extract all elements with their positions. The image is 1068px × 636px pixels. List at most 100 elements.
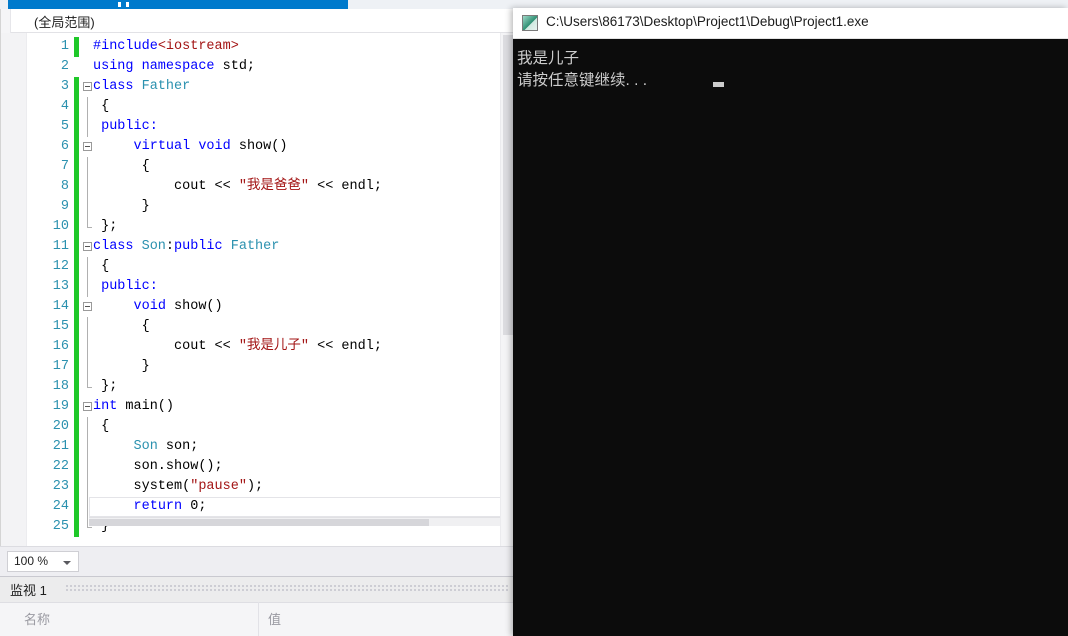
code-line[interactable]: 16 cout << "我是儿子" << endl; — [1, 337, 514, 357]
code-text: { — [93, 97, 109, 117]
collapse-minus-icon[interactable] — [83, 302, 92, 311]
structure-guide-line — [87, 277, 88, 297]
code-line[interactable]: 4 { — [1, 97, 514, 117]
console-title-bar[interactable]: C:\Users\86173\Desktop\Project1\Debug\Pr… — [513, 8, 1068, 39]
code-line[interactable]: 14 void show() — [1, 297, 514, 317]
code-line[interactable]: 20 { — [1, 417, 514, 437]
code-line[interactable]: 9 } — [1, 197, 514, 217]
change-indicator-bar — [74, 277, 79, 297]
console-title-text: C:\Users\86173\Desktop\Project1\Debug\Pr… — [546, 14, 869, 29]
code-token-plain: }; — [93, 379, 118, 394]
vertical-scroll-thumb[interactable] — [503, 35, 513, 335]
line-number: 9 — [60, 199, 69, 214]
change-indicator-bar — [74, 457, 79, 477]
editor-horizontal-scrollbar[interactable] — [89, 517, 514, 526]
code-line[interactable]: 22 son.show(); — [1, 457, 514, 477]
line-number: 1 — [60, 39, 69, 54]
change-indicator-bar — [74, 417, 79, 437]
visual-studio-window: (全局范围) 1 #include<iostream> 2 using namespa… — [0, 0, 1068, 636]
watch-column-value: 值 — [268, 612, 282, 627]
code-line[interactable]: 10 }; — [1, 217, 514, 237]
line-number: 15 — [52, 319, 69, 334]
console-output-line: 请按任意键继续. . . — [517, 72, 648, 89]
structure-guide-line — [87, 477, 88, 497]
code-line[interactable]: 6 virtual void show() — [1, 137, 514, 157]
code-token-plain: cout << — [93, 339, 239, 354]
structure-guide-line — [87, 417, 88, 437]
zoom-level-dropdown[interactable]: 100 % — [7, 551, 79, 572]
change-indicator-bar — [74, 397, 79, 417]
editor-vertical-scrollbar[interactable] — [500, 33, 514, 546]
watch-tab-row: 监视 1 — [0, 577, 513, 602]
code-editor-pane: (全局范围) 1 #include<iostream> 2 using namespa… — [0, 9, 514, 546]
console-output-area[interactable]: 我是儿子 请按任意键继续. . . — [513, 39, 1068, 636]
line-number: 12 — [52, 259, 69, 274]
change-indicator-bar — [74, 77, 79, 97]
structure-guide-line — [87, 217, 92, 228]
code-token-plain: show() — [174, 299, 223, 314]
structure-guide-line — [87, 197, 88, 217]
structure-guide-line — [87, 457, 88, 477]
code-line[interactable]: 21 Son son; — [1, 437, 514, 457]
scope-selector[interactable]: (全局范围) — [34, 12, 95, 31]
line-number: 14 — [52, 299, 69, 314]
tab-watch-1[interactable]: 监视 1 — [10, 580, 47, 599]
line-number: 10 — [52, 219, 69, 234]
code-line[interactable]: 11 class Son:public Father — [1, 237, 514, 257]
code-line[interactable]: 13 public: — [1, 277, 514, 297]
panel-drag-grip[interactable] — [66, 585, 509, 593]
console-cursor — [713, 82, 724, 87]
code-line[interactable]: 19 int main() — [1, 397, 514, 417]
code-text: system("pause"); — [93, 477, 264, 497]
code-line[interactable]: 24 return 0; — [1, 497, 514, 517]
code-text: class Son:public Father — [93, 237, 279, 257]
code-line[interactable]: 3 class Father — [1, 77, 514, 97]
watch-window: 监视 1 名称 值 — [0, 576, 513, 636]
editor-status-row: 100 % — [0, 546, 513, 576]
code-token-kw: void — [133, 299, 175, 314]
code-surface[interactable]: 1 #include<iostream> 2 using namespace std;… — [1, 33, 514, 546]
code-line[interactable]: 18 }; — [1, 377, 514, 397]
code-line[interactable]: 8 cout << "我是爸爸" << endl; — [1, 177, 514, 197]
code-line[interactable]: 12 { — [1, 257, 514, 277]
code-token-plain: } — [93, 359, 150, 374]
code-token-plain: main() — [125, 399, 175, 414]
code-text: #include<iostream> — [93, 37, 239, 57]
change-indicator-bar — [74, 117, 79, 137]
code-text: virtual void show() — [93, 137, 288, 157]
code-token-type: Father — [141, 79, 191, 94]
collapse-minus-icon[interactable] — [83, 82, 92, 91]
line-number: 13 — [52, 279, 69, 294]
code-text: using namespace std; — [93, 57, 255, 77]
code-line[interactable]: 1 #include<iostream> — [1, 37, 514, 57]
code-line[interactable]: 17 } — [1, 357, 514, 377]
change-indicator-bar — [74, 357, 79, 377]
code-line[interactable]: 7 { — [1, 157, 514, 177]
code-token-plain: { — [93, 259, 110, 274]
code-token-kw: class — [93, 79, 142, 94]
change-indicator-bar — [74, 217, 79, 237]
line-number: 21 — [52, 439, 69, 454]
collapse-minus-icon[interactable] — [83, 242, 92, 251]
tab-label-truncated — [118, 2, 154, 7]
console-window: C:\Users\86173\Desktop\Project1\Debug\Pr… — [513, 8, 1068, 636]
code-text: cout << "我是爸爸" << endl; — [93, 177, 382, 197]
code-token-plain: ); — [246, 479, 264, 494]
code-line[interactable]: 5 public: — [1, 117, 514, 137]
collapse-minus-icon[interactable] — [83, 402, 92, 411]
collapse-minus-icon[interactable] — [83, 142, 92, 151]
code-token-type: Father — [230, 239, 280, 254]
horizontal-scroll-thumb[interactable] — [89, 519, 429, 526]
code-token-plain: } — [93, 199, 150, 214]
tab-active-document[interactable] — [8, 0, 348, 9]
code-line[interactable]: 2 using namespace std; — [1, 57, 514, 77]
change-indicator-bar — [74, 197, 79, 217]
change-indicator-bar — [74, 57, 79, 77]
change-indicator-bar — [74, 517, 79, 537]
code-token-str: <iostream> — [157, 39, 239, 54]
code-line[interactable]: 23 system("pause"); — [1, 477, 514, 497]
code-line[interactable]: 15 { — [1, 317, 514, 337]
change-indicator-bar — [74, 37, 79, 57]
line-number: 23 — [52, 479, 69, 494]
change-indicator-bar — [74, 237, 79, 257]
